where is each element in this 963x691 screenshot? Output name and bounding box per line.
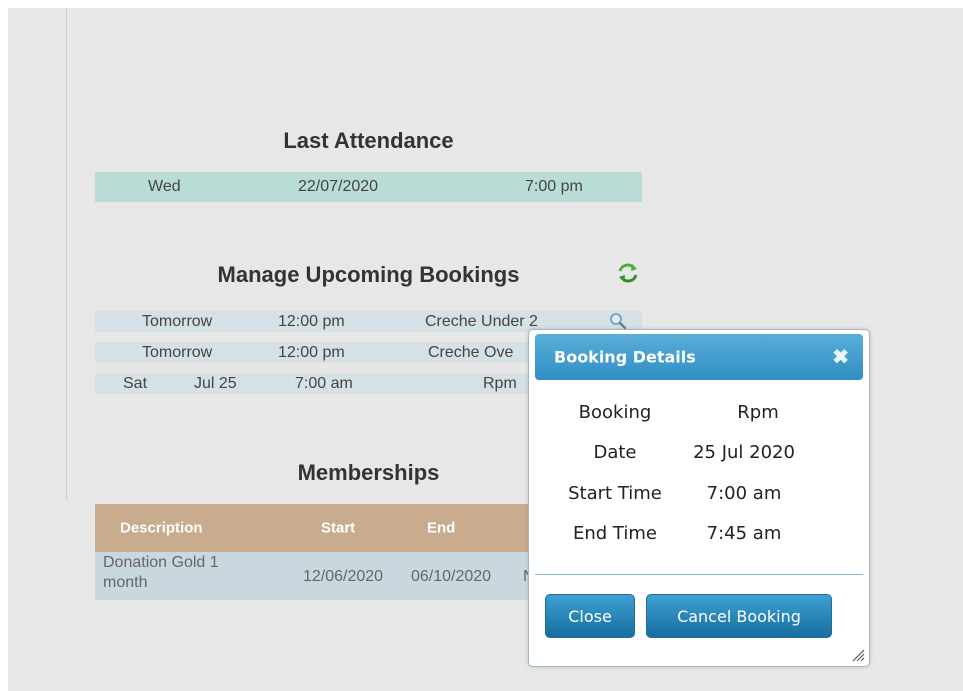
booking-time: 12:00 pm xyxy=(278,343,345,361)
date-label: Date xyxy=(593,442,637,463)
close-icon[interactable]: ✖ xyxy=(832,345,849,370)
booking-class: Creche Under 2 xyxy=(425,312,538,330)
start-time-label: Start Time xyxy=(568,483,662,504)
dialog-separator xyxy=(535,574,863,575)
booking-day: Tomorrow xyxy=(142,312,213,330)
membership-row: Donation Gold 1 month 12/06/2020 06/10/2… xyxy=(95,552,535,600)
membership-description-line1: Donation Gold 1 xyxy=(103,554,219,571)
column-header-start: Start xyxy=(321,519,356,537)
booking-date: Jul 25 xyxy=(194,374,237,392)
column-header-description: Description xyxy=(120,519,203,537)
attendance-time: 7:00 pm xyxy=(525,178,583,195)
booking-day: Sat xyxy=(123,374,148,392)
dialog-title: Booking Details xyxy=(554,347,696,367)
attendance-date: 22/07/2020 xyxy=(298,178,379,195)
left-divider xyxy=(66,8,67,500)
dialog-header[interactable]: Booking Details ✖ xyxy=(535,334,863,380)
start-time-value: 7:00 am xyxy=(706,483,782,504)
booking-class: Rpm xyxy=(483,374,517,392)
memberships-header: Description Start End xyxy=(95,504,535,552)
resize-handle-icon[interactable] xyxy=(851,648,865,662)
date-value: 25 Jul 2020 xyxy=(693,442,795,463)
booking-time: 12:00 pm xyxy=(278,312,345,330)
refresh-icon[interactable] xyxy=(616,261,640,285)
column-header-end: End xyxy=(427,519,456,537)
booking-value: Rpm xyxy=(737,402,779,423)
end-time-label: End Time xyxy=(573,523,657,544)
end-time-value: 7:45 am xyxy=(706,523,782,544)
upcoming-bookings-title: Manage Upcoming Bookings xyxy=(217,262,520,287)
booking-time: 7:00 am xyxy=(295,374,353,392)
search-icon[interactable] xyxy=(609,312,627,330)
attendance-day: Wed xyxy=(148,178,181,195)
membership-start: 12/06/2020 xyxy=(303,568,384,585)
membership-description-line2: month xyxy=(103,574,148,591)
booking-details-dialog: Booking Details ✖ Booking Rpm Date 25 Ju… xyxy=(528,329,870,667)
booking-class: Creche Ove xyxy=(428,343,514,361)
booking-day: Tomorrow xyxy=(142,343,213,361)
membership-end: 06/10/2020 xyxy=(411,568,492,585)
last-attendance-title: Last Attendance xyxy=(283,128,454,153)
cancel-booking-button[interactable]: Cancel Booking xyxy=(646,594,832,638)
booking-label: Booking xyxy=(578,402,652,423)
attendance-row: Wed 22/07/2020 7:00 pm xyxy=(95,172,642,202)
close-button[interactable]: Close xyxy=(545,594,635,638)
